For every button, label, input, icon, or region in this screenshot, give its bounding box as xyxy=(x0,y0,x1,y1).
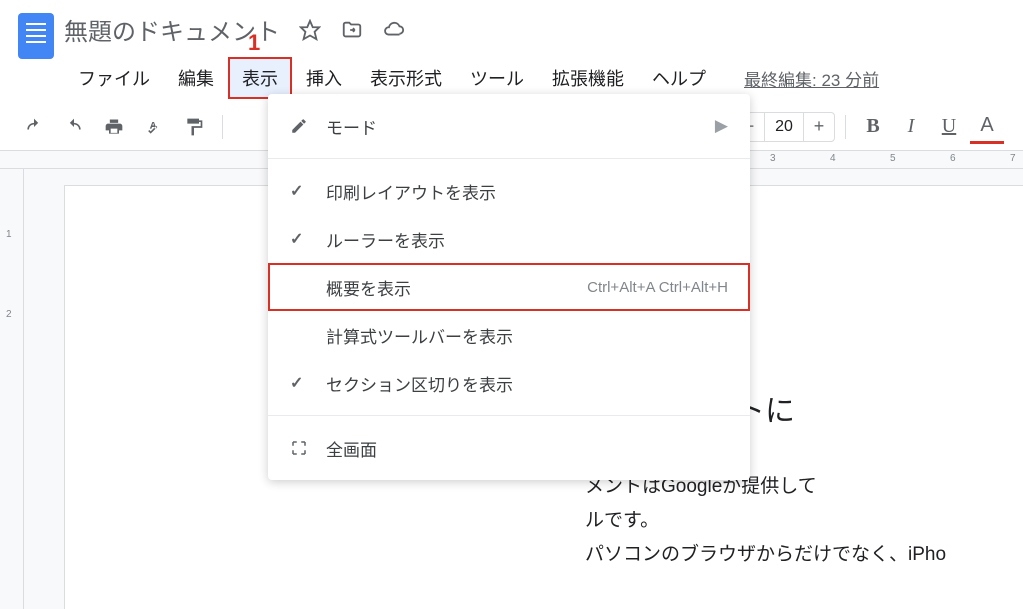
doc-body-line[interactable]: パソコンのブラウザからだけでなく、iPho xyxy=(585,538,1023,572)
menu-edit[interactable]: 編集 xyxy=(164,57,228,99)
underline-button[interactable]: U xyxy=(932,110,966,144)
vertical-ruler: 1 2 xyxy=(0,169,24,609)
text-color-button[interactable]: A xyxy=(970,110,1004,144)
menu-format[interactable]: 表示形式 xyxy=(356,57,456,99)
zoom-value[interactable]: 20 xyxy=(764,113,804,141)
menu-section-breaks[interactable]: ✓ セクション区切りを表示 xyxy=(268,359,750,407)
star-icon[interactable] xyxy=(298,18,322,42)
zoom-in-button[interactable]: + xyxy=(804,116,834,137)
menu-separator xyxy=(268,415,750,416)
cloud-status-icon[interactable] xyxy=(382,18,406,42)
menu-help[interactable]: ヘルプ xyxy=(638,57,720,99)
shortcut-text: Ctrl+Alt+A Ctrl+Alt+H xyxy=(587,279,728,296)
menu-separator xyxy=(268,158,750,159)
docs-logo[interactable] xyxy=(8,8,64,64)
menu-mode[interactable]: モード ▶ xyxy=(268,102,750,150)
check-icon: ✓ xyxy=(290,373,326,393)
italic-button[interactable]: I xyxy=(894,110,928,144)
menu-show-outline[interactable]: 概要を表示 Ctrl+Alt+A Ctrl+Alt+H xyxy=(268,263,750,311)
last-edit-link[interactable]: 最終編集: 23 分前 xyxy=(744,66,879,91)
check-icon: ✓ xyxy=(290,229,326,249)
pencil-icon xyxy=(290,117,326,135)
move-folder-icon[interactable] xyxy=(340,18,364,42)
menu-insert[interactable]: 挿入 xyxy=(292,57,356,99)
toolbar-separator xyxy=(222,115,223,139)
redo-button[interactable] xyxy=(56,109,92,145)
print-button[interactable] xyxy=(96,109,132,145)
undo-button[interactable] xyxy=(16,109,52,145)
menu-equation-toolbar[interactable]: 計算式ツールバーを表示 xyxy=(268,311,750,359)
paint-format-button[interactable] xyxy=(176,109,212,145)
toolbar-separator xyxy=(845,115,846,139)
annotation-1: 1 xyxy=(248,30,260,56)
menu-fullscreen[interactable]: 全画面 xyxy=(268,424,750,472)
submenu-arrow-icon: ▶ xyxy=(715,116,728,136)
check-icon: ✓ xyxy=(290,181,326,201)
menu-extensions[interactable]: 拡張機能 xyxy=(538,57,638,99)
menubar: ファイル 編集 表示 挿入 表示形式 ツール 拡張機能 ヘルプ 最終編集: 23… xyxy=(64,57,1023,99)
menu-view[interactable]: 表示 xyxy=(228,57,292,99)
menu-print-layout[interactable]: ✓ 印刷レイアウトを表示 xyxy=(268,167,750,215)
view-menu-dropdown: モード ▶ ✓ 印刷レイアウトを表示 ✓ ルーラーを表示 概要を表示 Ctrl+… xyxy=(268,94,750,480)
spellcheck-button[interactable] xyxy=(136,109,172,145)
fullscreen-icon xyxy=(290,439,326,457)
bold-button[interactable]: B xyxy=(856,110,890,144)
menu-file[interactable]: ファイル xyxy=(64,57,164,99)
menu-show-ruler[interactable]: ✓ ルーラーを表示 xyxy=(268,215,750,263)
doc-body-line[interactable]: ルです。 xyxy=(585,504,1023,538)
menu-tools[interactable]: ツール xyxy=(456,57,538,99)
